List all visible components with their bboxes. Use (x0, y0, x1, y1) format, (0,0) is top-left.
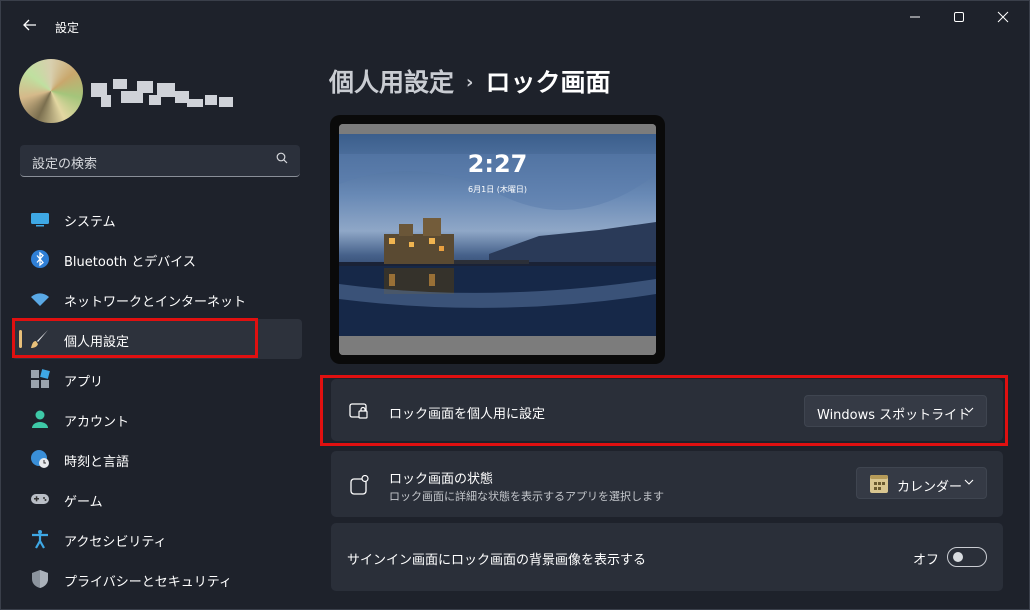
sidebar-item-label: システム (64, 215, 116, 230)
breadcrumb-separator: › (466, 72, 474, 93)
globe-clock-icon (31, 450, 49, 468)
sidebar-item-label: アカウント (64, 415, 130, 430)
minimize-icon[interactable] (897, 9, 933, 31)
sidebar-item-label: ネットワークとインターネット (64, 295, 247, 310)
lock-screen-preview: 2:27 6月1日 (木曜日) (330, 115, 665, 364)
toggle-state-label: オフ (913, 553, 940, 568)
shield-icon (32, 570, 48, 588)
back-arrow-icon[interactable] (19, 16, 41, 38)
lock-clock: 2:27 (467, 150, 528, 178)
settings-window: 設定 設定の検索 システム Bluetooth とデバイス ネットワークとインタ… (0, 0, 1030, 610)
signin-background-toggle[interactable] (947, 547, 987, 567)
sidebar-item-label: 時刻と言語 (64, 455, 130, 470)
sidebar-item-label: Bluetooth とデバイス (64, 255, 196, 270)
maximize-icon[interactable] (941, 9, 977, 31)
sidebar-nav: システム Bluetooth とデバイス ネットワークとインターネット 個人用設… (12, 199, 302, 599)
sidebar-item-accessibility[interactable]: アクセシビリティ (12, 519, 302, 559)
search-input[interactable]: 設定の検索 (32, 153, 97, 172)
signin-background-card: サインイン画面にロック画面の背景画像を表示する オフ (331, 523, 1003, 591)
close-icon[interactable] (985, 9, 1021, 31)
calendar-icon (870, 475, 888, 493)
sidebar-item-apps[interactable]: アプリ (12, 359, 302, 399)
system-monitor-icon (31, 213, 49, 227)
highlight-personalize-lock-screen (320, 375, 1008, 446)
status-notification-icon (350, 475, 369, 495)
sidebar-item-label: アプリ (64, 375, 104, 390)
title-bar: 設定 (1, 1, 1030, 53)
page-title: ロック画面 (485, 68, 611, 97)
sidebar-item-system[interactable]: システム (12, 199, 302, 239)
sidebar-item-time-language[interactable]: 時刻と言語 (12, 439, 302, 479)
dropdown-value: カレンダー (897, 480, 963, 495)
highlight-personalization (12, 318, 258, 358)
search-box[interactable]: 設定の検索 (20, 145, 300, 177)
sidebar-item-accounts[interactable]: アカウント (12, 399, 302, 439)
person-icon (32, 410, 48, 428)
status-subtitle: ロック画面に詳細な状態を表示するアプリを選択します (389, 490, 664, 503)
sidebar-item-gaming[interactable]: ゲーム (12, 479, 302, 519)
breadcrumb-parent[interactable]: 個人用設定 (329, 68, 454, 97)
accessibility-icon (32, 530, 48, 549)
preview-top-strip (339, 124, 656, 134)
wifi-icon (31, 293, 49, 306)
apps-icon (31, 369, 50, 388)
avatar[interactable] (19, 59, 83, 123)
chevron-down-icon (964, 479, 974, 485)
lock-screen-photo: 2:27 6月1日 (木曜日) (339, 134, 656, 336)
gamepad-icon (31, 494, 49, 504)
sidebar-item-network[interactable]: ネットワークとインターネット (12, 279, 302, 319)
sidebar-item-bluetooth[interactable]: Bluetooth とデバイス (12, 239, 302, 279)
bluetooth-icon (31, 250, 49, 268)
signin-background-title: サインイン画面にロック画面の背景画像を表示する (347, 553, 647, 568)
breadcrumb: 個人用設定 › ロック画面 (329, 63, 610, 99)
preview-bottom-strip (339, 336, 656, 355)
app-title: 設定 (55, 21, 80, 35)
lock-date: 6月1日 (木曜日) (468, 185, 527, 194)
sidebar-item-label: プライバシーとセキュリティ (64, 575, 232, 590)
sidebar-item-privacy[interactable]: プライバシーとセキュリティ (12, 559, 302, 599)
search-icon[interactable] (276, 152, 288, 164)
status-app-dropdown[interactable]: カレンダー (856, 467, 987, 499)
lock-screen-status-card[interactable]: ロック画面の状態 ロック画面に詳細な状態を表示するアプリを選択します カレンダー (331, 451, 1003, 517)
toggle-knob (953, 552, 963, 562)
sidebar-item-label: アクセシビリティ (64, 535, 167, 550)
preview-screen: 2:27 6月1日 (木曜日) (339, 124, 656, 355)
sidebar-item-label: ゲーム (64, 495, 103, 510)
user-name-pixelated (91, 73, 236, 113)
status-title: ロック画面の状態 (389, 472, 494, 487)
